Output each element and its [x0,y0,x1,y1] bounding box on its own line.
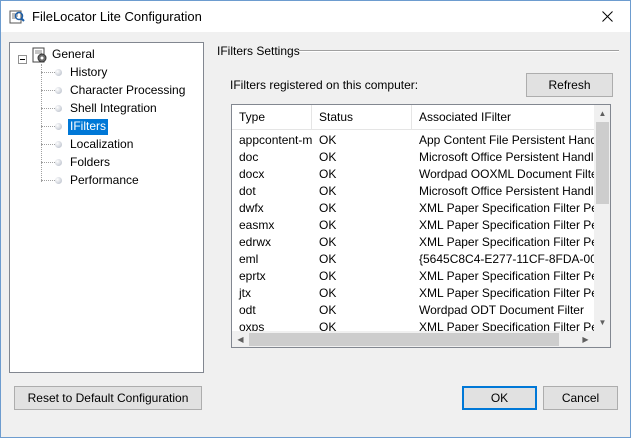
cell-associated-ifilter: Microsoft Office Persistent Handler [419,150,594,164]
cell-status: OK [319,150,337,164]
tree-root-general[interactable]: General [50,47,97,63]
table-row[interactable]: docx OK Wordpad OOXML Document Filter [232,166,594,183]
cell-status: OK [319,252,337,266]
tree-bullet-icon [55,159,62,166]
cell-associated-ifilter: Microsoft Office Persistent Handler [419,184,594,198]
ok-button[interactable]: OK [462,386,537,410]
cell-type: appcontent-ms [239,133,312,147]
ifilters-list[interactable]: Type Status Associated IFilter appconten… [231,104,611,348]
cell-type: edrwx [239,235,272,249]
cell-associated-ifilter: {5645C8C4-E277-11CF-8FDA-00AA0 [419,252,594,266]
tree-bullet-icon [55,123,62,130]
tree-branch-line [41,126,55,127]
cell-associated-ifilter: XML Paper Specification Filter Persist [419,201,594,215]
vertical-scrollbar[interactable]: ▲ ▼ [594,105,610,331]
tree-branch-line [41,144,55,145]
column-header-associated-ifilter[interactable]: Associated IFilter [412,105,610,130]
configuration-window: FileLocator Lite Configuration General H… [0,0,631,438]
table-row[interactable]: dot OK Microsoft Office Persistent Handler [232,183,594,200]
scroll-right-icon[interactable]: ▶ [577,331,594,347]
close-button[interactable] [584,1,630,32]
tree-item-character-processing[interactable]: Character Processing [68,83,187,99]
table-row[interactable]: odt OK Wordpad ODT Document Filter [232,302,594,319]
tree-item-folders[interactable]: Folders [68,155,112,171]
cell-associated-ifilter: XML Paper Specification Filter Persist [419,286,594,300]
cell-type: eprtx [239,269,266,283]
tree-branch-line [41,72,55,73]
scroll-up-icon[interactable]: ▲ [594,105,610,122]
cell-status: OK [319,133,337,147]
scrollbar-corner [594,331,610,347]
title-bar[interactable]: FileLocator Lite Configuration [1,1,630,32]
column-header-status[interactable]: Status [312,105,412,130]
tree-bullet-icon [55,87,62,94]
table-row[interactable]: eprtx OK XML Paper Specification Filter Pe… [232,268,594,285]
app-icon [9,10,25,24]
window-title: FileLocator Lite Configuration [32,9,202,24]
horizontal-scrollbar[interactable]: ◀ ▶ [232,331,594,347]
settings-gear-icon [32,47,47,63]
cell-type: odt [239,303,256,317]
scroll-left-icon[interactable]: ◀ [232,331,249,347]
cell-associated-ifilter: App Content File Persistent Handler [419,133,594,147]
cell-type: dot [239,184,256,198]
section-title: IFilters Settings [217,44,300,58]
table-row[interactable]: easmx OK XML Paper Specification Filter Pe… [232,217,594,234]
settings-tree[interactable]: General History Character Processing She… [9,42,204,373]
cell-associated-ifilter: XML Paper Specification Filter Persist [419,269,594,283]
tree-branch-line [41,108,55,109]
table-row[interactable]: jtx OK XML Paper Specification Filter Pers… [232,285,594,302]
cell-type: eml [239,252,259,266]
cell-status: OK [319,303,337,317]
table-row[interactable]: edrwx OK XML Paper Specification Filter Pe… [232,234,594,251]
cell-associated-ifilter: XML Paper Specification Filter Persist [419,218,594,232]
cell-type: easmx [239,218,275,232]
tree-item-localization[interactable]: Localization [68,137,135,153]
cell-type: doc [239,150,259,164]
collapse-toggle-icon[interactable] [18,55,27,64]
tree-connector [41,64,42,182]
cell-status: OK [319,201,337,215]
table-row[interactable]: eml OK {5645C8C4-E277-11CF-8FDA-00AA0 [232,251,594,268]
tree-bullet-icon [55,141,62,148]
cell-status: OK [319,218,337,232]
tree-branch-line [41,162,55,163]
cancel-button[interactable]: Cancel [543,386,618,410]
tree-bullet-icon [55,69,62,76]
scroll-down-icon[interactable]: ▼ [594,314,610,331]
cell-type: docx [239,167,265,181]
cell-status: OK [319,269,337,283]
tree-bullet-icon [55,105,62,112]
tree-branch-line [41,90,55,91]
column-header-type[interactable]: Type [232,105,312,130]
section-divider [299,50,619,52]
cell-type: jtx [239,286,251,300]
list-header: Type Status Associated IFilter [232,105,610,130]
tree-branch-line [41,180,55,181]
table-row[interactable]: appcontent-ms OK App Content File Persiste… [232,132,594,149]
close-icon [601,11,613,22]
cell-associated-ifilter: XML Paper Specification Filter Persist [419,235,594,249]
cell-type: dwfx [239,201,264,215]
cell-associated-ifilter: Wordpad OOXML Document Filter [419,167,594,181]
registered-label: IFilters registered on this computer: [230,78,419,92]
tree-item-ifilters[interactable]: IFilters [68,119,108,135]
cell-status: OK [319,235,337,249]
cell-status: OK [319,167,337,181]
vertical-scroll-thumb[interactable] [596,122,609,204]
horizontal-scroll-thumb[interactable] [249,333,559,346]
refresh-button[interactable]: Refresh [526,73,613,97]
tree-bullet-icon [55,177,62,184]
reset-default-button[interactable]: Reset to Default Configuration [14,386,202,410]
table-row[interactable]: dwfx OK XML Paper Specification Filter Per… [232,200,594,217]
cell-status: OK [319,184,337,198]
tree-item-shell-integration[interactable]: Shell Integration [68,101,159,117]
cell-associated-ifilter: Wordpad ODT Document Filter [419,303,584,317]
table-row[interactable]: doc OK Microsoft Office Persistent Handler [232,149,594,166]
tree-item-history[interactable]: History [68,65,109,81]
cell-status: OK [319,286,337,300]
tree-item-performance[interactable]: Performance [68,173,141,189]
